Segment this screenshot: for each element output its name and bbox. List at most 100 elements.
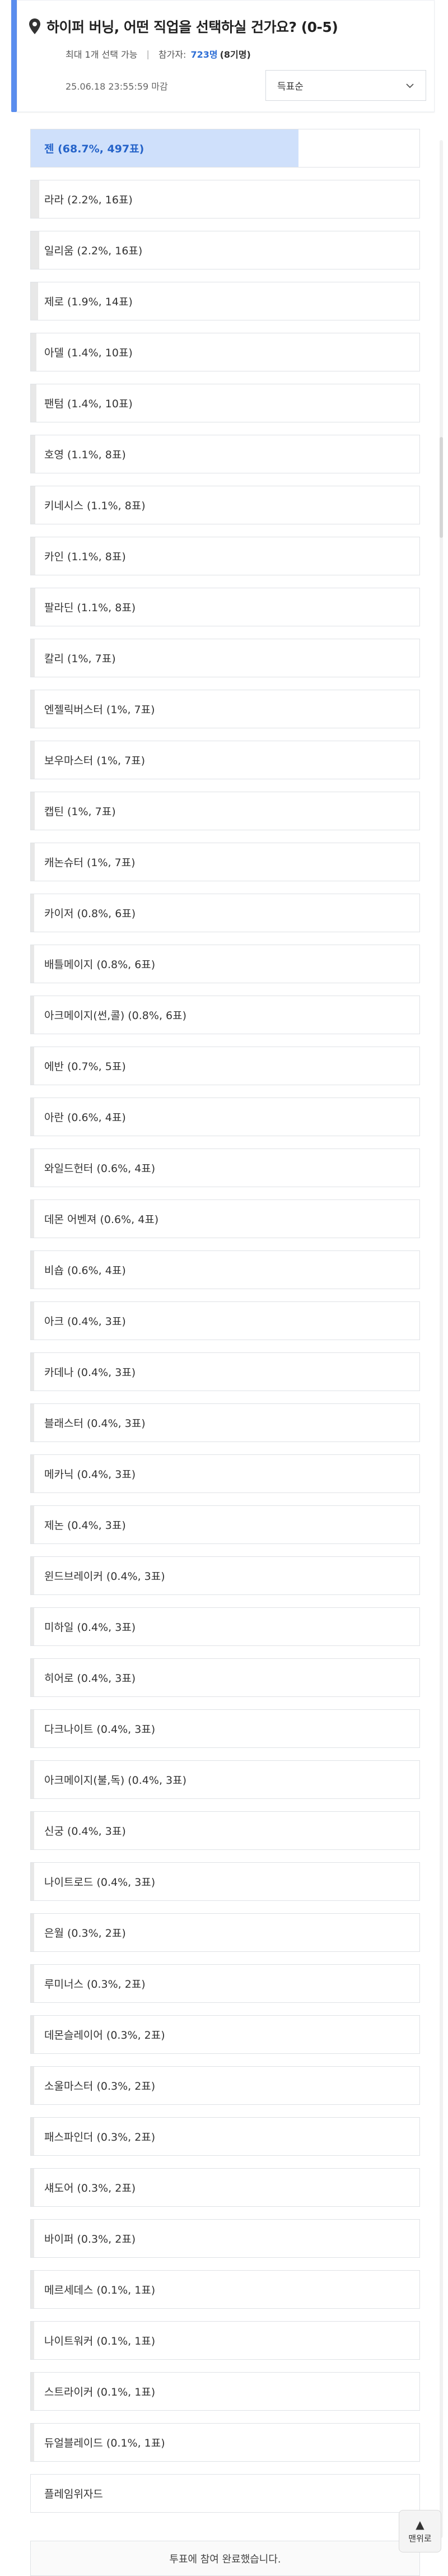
poll-option-label: 다크나이트 (0.4%, 3표): [44, 1723, 156, 1736]
poll-option-label: 카데나 (0.4%, 3표): [44, 1366, 136, 1379]
poll-option-label: 플레임위자드: [44, 2488, 103, 2500]
poll-option[interactable]: 젠 (68.7%, 497표): [30, 129, 420, 168]
poll-option-label: 팔라딘 (1.1%, 8표): [44, 602, 136, 614]
poll-option-label: 에반 (0.7%, 5표): [44, 1061, 126, 1073]
poll-option[interactable]: 바이퍼 (0.3%, 2표): [30, 2219, 420, 2258]
poll-option[interactable]: 블래스터 (0.4%, 3표): [30, 1403, 420, 1442]
poll-option-label: 히어로 (0.4%, 3표): [44, 1672, 136, 1685]
poll-option[interactable]: 카데나 (0.4%, 3표): [30, 1352, 420, 1391]
poll-option-label: 아델 (1.4%, 10표): [44, 347, 133, 359]
poll-option-label: 키네시스 (1.1%, 8표): [44, 500, 146, 512]
poll-option[interactable]: 보우마스터 (1%, 7표): [30, 741, 420, 779]
poll-option[interactable]: 라라 (2.2%, 16표): [30, 180, 420, 218]
poll-option[interactable]: 아크 (0.4%, 3표): [30, 1301, 420, 1340]
poll-option-label: 메카닉 (0.4%, 3표): [44, 1468, 136, 1481]
poll-option[interactable]: 루미너스 (0.3%, 2표): [30, 1964, 420, 2003]
poll-option-label: 칼리 (1%, 7표): [44, 653, 116, 665]
poll-option[interactable]: 아크메이지(불,독) (0.4%, 3표): [30, 1760, 420, 1799]
poll-option-label: 소울마스터 (0.3%, 2표): [44, 2080, 156, 2093]
poll-option-label: 신궁 (0.4%, 3표): [44, 1825, 126, 1838]
poll-option[interactable]: 호영 (1.1%, 8표): [30, 435, 420, 473]
poll-option-label: 카인 (1.1%, 8표): [44, 551, 126, 563]
poll-option-label: 루미너스 (0.3%, 2표): [44, 1978, 146, 1991]
poll-option[interactable]: 히어로 (0.4%, 3표): [30, 1658, 420, 1697]
poll-option[interactable]: 카이저 (0.8%, 6표): [30, 894, 420, 932]
scroll-to-top-button[interactable]: ▲ 맨위로: [399, 2510, 441, 2552]
poll-option-label: 아크 (0.4%, 3표): [44, 1315, 126, 1328]
poll-option-label: 일리움 (2.2%, 16표): [44, 245, 143, 257]
poll-deadline: 25.06.18 23:55:59 마감: [66, 81, 168, 92]
poll-option[interactable]: 메르세데스 (0.1%, 1표): [30, 2270, 420, 2309]
poll-option[interactable]: 팔라딘 (1.1%, 8표): [30, 588, 420, 626]
poll-option[interactable]: 나이트워커 (0.1%, 1표): [30, 2321, 420, 2360]
poll-option-label: 젠 (68.7%, 497표): [44, 143, 144, 155]
poll-option[interactable]: 은월 (0.3%, 2표): [30, 1913, 420, 1952]
poll-option[interactable]: 비숍 (0.6%, 4표): [30, 1250, 420, 1289]
chevron-down-icon: [406, 83, 414, 88]
poll-option-label: 엔젤릭버스터 (1%, 7표): [44, 704, 155, 716]
poll-option[interactable]: 미하일 (0.4%, 3표): [30, 1607, 420, 1646]
poll-option-label: 아크메이지(불,독) (0.4%, 3표): [44, 1774, 187, 1787]
poll-option[interactable]: 패스파인더 (0.3%, 2표): [30, 2117, 420, 2156]
poll-option[interactable]: 와일드헌터 (0.6%, 4표): [30, 1148, 420, 1187]
poll-option[interactable]: 다크나이트 (0.4%, 3표): [30, 1709, 420, 1748]
poll-option-label: 제논 (0.4%, 3표): [44, 1519, 126, 1532]
poll-option[interactable]: 스트라이커 (0.1%, 1표): [30, 2372, 420, 2411]
poll-option[interactable]: 에반 (0.7%, 5표): [30, 1047, 420, 1085]
poll-option[interactable]: 메카닉 (0.4%, 3표): [30, 1454, 420, 1493]
poll-option-label: 라라 (2.2%, 16표): [44, 194, 133, 206]
participants-label: 참가자:: [158, 49, 186, 60]
poll-option[interactable]: 캡틴 (1%, 7표): [30, 792, 420, 830]
poll-option-label: 데몬슬레이어 (0.3%, 2표): [44, 2029, 165, 2042]
poll-option[interactable]: 플레임위자드: [30, 2474, 420, 2513]
poll-option[interactable]: 윈드브레이커 (0.4%, 3표): [30, 1556, 420, 1595]
poll-option-label: 캡틴 (1%, 7표): [44, 806, 116, 818]
poll-meta: 최대 1개 선택 가능 | 참가자: 723명 (8기명): [66, 47, 251, 61]
poll-option[interactable]: 일리움 (2.2%, 16표): [30, 231, 420, 269]
poll-option-label: 아크메이지(썬,콜) (0.8%, 6표): [44, 1010, 187, 1022]
title-row: 하이퍼 버닝, 어떤 직업을 선택하실 건가요? (0-5): [29, 16, 338, 36]
poll-option-label: 제로 (1.9%, 14표): [44, 296, 133, 308]
poll-option-label: 데몬 어벤져 (0.6%, 4표): [44, 1213, 159, 1226]
poll-option-label: 카이저 (0.8%, 6표): [44, 908, 136, 920]
vote-complete-text: 투표에 참여 완료했습니다.: [169, 2553, 281, 2565]
poll-option[interactable]: 배틀메이지 (0.8%, 6표): [30, 945, 420, 983]
poll-option-label: 보우마스터 (1%, 7표): [44, 755, 146, 767]
poll-option[interactable]: 아란 (0.6%, 4표): [30, 1098, 420, 1136]
sort-select[interactable]: 득표순: [265, 70, 426, 101]
poll-option[interactable]: 나이트로드 (0.4%, 3표): [30, 1862, 420, 1901]
poll-option-label: 블래스터 (0.4%, 3표): [44, 1417, 146, 1430]
poll-option-label: 스트라이커 (0.1%, 1표): [44, 2386, 156, 2398]
poll-option[interactable]: 데몬슬레이어 (0.3%, 2표): [30, 2015, 420, 2054]
poll-option-label: 나이트워커 (0.1%, 1표): [44, 2335, 156, 2347]
poll-option[interactable]: 제논 (0.4%, 3표): [30, 1505, 420, 1544]
arrow-up-icon: ▲: [416, 2517, 424, 2531]
poll-option[interactable]: 아델 (1.4%, 10표): [30, 333, 420, 371]
poll-option[interactable]: 팬텀 (1.4%, 10표): [30, 384, 420, 422]
poll-option[interactable]: 키네시스 (1.1%, 8표): [30, 486, 420, 524]
poll-option[interactable]: 듀얼블레이드 (0.1%, 1표): [30, 2423, 420, 2462]
poll-option-label: 와일드헌터 (0.6%, 4표): [44, 1163, 156, 1175]
poll-option-label: 캐논슈터 (1%, 7표): [44, 857, 136, 869]
meta-divider: |: [146, 48, 150, 59]
poll-option[interactable]: 엔젤릭버스터 (1%, 7표): [30, 690, 420, 728]
poll-option-label: 섀도어 (0.3%, 2표): [44, 2182, 136, 2194]
poll-option-label: 듀얼블레이드 (0.1%, 1표): [44, 2437, 165, 2449]
poll-option[interactable]: 신궁 (0.4%, 3표): [30, 1811, 420, 1850]
participants-pending: (8기명): [220, 49, 251, 60]
poll-option[interactable]: 캐논슈터 (1%, 7표): [30, 843, 420, 881]
poll-accent-bar: [11, 0, 17, 112]
poll-option[interactable]: 제로 (1.9%, 14표): [30, 282, 420, 320]
poll-option[interactable]: 칼리 (1%, 7표): [30, 639, 420, 677]
poll-option-label: 비숍 (0.6%, 4표): [44, 1264, 126, 1277]
location-pin-icon: [29, 18, 40, 34]
scroll-to-top-label: 맨위로: [408, 2533, 432, 2544]
poll-option[interactable]: 아크메이지(썬,콜) (0.8%, 6표): [30, 996, 420, 1034]
poll-option[interactable]: 데몬 어벤져 (0.6%, 4표): [30, 1199, 420, 1238]
poll-option-label: 팬텀 (1.4%, 10표): [44, 398, 133, 410]
poll-option-label: 배틀메이지 (0.8%, 6표): [44, 959, 156, 971]
poll-option[interactable]: 카인 (1.1%, 8표): [30, 537, 420, 575]
scrollbar-thumb[interactable]: [440, 437, 443, 538]
poll-option[interactable]: 소울마스터 (0.3%, 2표): [30, 2066, 420, 2105]
poll-option[interactable]: 섀도어 (0.3%, 2표): [30, 2168, 420, 2207]
